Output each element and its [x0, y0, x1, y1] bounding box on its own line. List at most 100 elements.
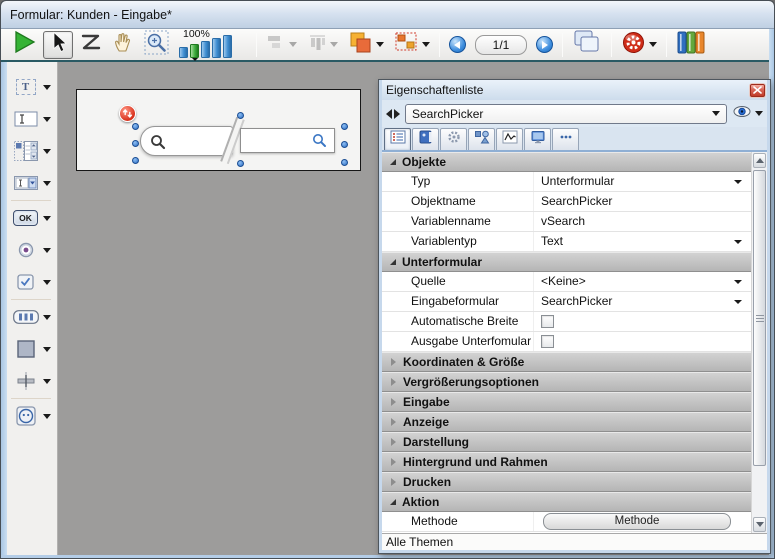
- section-label: Eingabe: [403, 395, 450, 409]
- run-button[interactable]: [6, 31, 41, 59]
- dropdown-arrow-icon: [649, 42, 657, 47]
- property-list-icon: [390, 130, 406, 149]
- tool-glyph-label: T: [22, 81, 29, 93]
- section-header-darstellung[interactable]: Darstellung: [382, 432, 751, 452]
- scroll-down-button[interactable]: [753, 517, 766, 532]
- section-header-koordinaten-gr-e[interactable]: Koordinaten & Größe: [382, 352, 751, 372]
- property-value[interactable]: Unterformular: [534, 172, 751, 191]
- level-button[interactable]: [344, 31, 388, 59]
- selection-handle[interactable]: [132, 157, 139, 164]
- button-tool-button[interactable]: OK: [1, 202, 57, 234]
- page-indicator[interactable]: 1/1: [475, 35, 527, 55]
- section-header-vergr-erungsoptionen[interactable]: Vergrößerungsoptionen: [382, 372, 751, 392]
- combobox-icon: [12, 175, 39, 191]
- next-page-button[interactable]: [532, 31, 557, 59]
- form-pages-button[interactable]: [568, 31, 606, 59]
- property-value[interactable]: SearchPicker: [534, 292, 751, 311]
- selection-handle[interactable]: [237, 160, 244, 167]
- property-value[interactable]: [534, 312, 751, 331]
- selection-handle[interactable]: [237, 112, 244, 119]
- methode-button[interactable]: Methode: [543, 513, 731, 530]
- properties-panel: Eigenschaftenliste SearchPicker ObjekteT…: [378, 79, 771, 554]
- zoom-button[interactable]: [140, 31, 173, 59]
- radio-tool-button[interactable]: [1, 234, 57, 266]
- rectangle-tool-button[interactable]: [1, 333, 57, 365]
- gear-icon: [446, 130, 462, 149]
- checkbox-tool-button[interactable]: [1, 266, 57, 298]
- tab-book[interactable]: [412, 128, 439, 150]
- tab-settings[interactable]: [440, 128, 467, 150]
- dropdown-arrow-icon[interactable]: [734, 180, 742, 184]
- section-header-aktion[interactable]: Aktion: [382, 492, 751, 512]
- align-button[interactable]: [262, 31, 301, 59]
- property-value[interactable]: vSearch: [534, 212, 751, 231]
- object-nav-arrows[interactable]: [386, 109, 400, 119]
- object-selector-combo[interactable]: SearchPicker: [405, 104, 727, 124]
- section-header-drucken[interactable]: Drucken: [382, 472, 751, 492]
- splitter-tool-button[interactable]: [1, 365, 57, 397]
- scrollbar[interactable]: [751, 152, 767, 533]
- property-label: Quelle: [382, 272, 534, 291]
- selected-object-name: SearchPicker: [412, 107, 709, 121]
- dropdown-arrow-icon[interactable]: [734, 240, 742, 244]
- toolbar-separator: [256, 33, 257, 57]
- window-titlebar: Formular: Kunden - Eingabe*: [1, 1, 774, 29]
- section-header-eingabe[interactable]: Eingabe: [382, 392, 751, 412]
- buttonbar-tool-button[interactable]: [1, 301, 57, 333]
- searchpicker-field[interactable]: [240, 128, 335, 153]
- entry-order-button[interactable]: [75, 31, 106, 59]
- select-button[interactable]: [43, 31, 73, 59]
- tab-display[interactable]: [524, 128, 551, 150]
- zoom-level-control[interactable]: 100%: [177, 29, 249, 60]
- input-tool-button[interactable]: [1, 103, 57, 135]
- group-button[interactable]: [390, 31, 434, 59]
- property-value[interactable]: Text: [534, 232, 751, 251]
- dropdown-arrow-icon: [43, 149, 51, 154]
- tab-more[interactable]: [552, 128, 579, 150]
- property-value[interactable]: SearchPicker: [534, 192, 751, 211]
- dropdown-arrow-icon[interactable]: [734, 300, 742, 304]
- library-button[interactable]: [672, 31, 711, 59]
- section-header-unterformular[interactable]: Unterformular: [382, 252, 751, 272]
- pan-button[interactable]: [108, 31, 138, 59]
- distribute-button[interactable]: [303, 31, 342, 59]
- radio-icon: [12, 242, 39, 258]
- checkbox-unchecked[interactable]: [541, 335, 554, 348]
- scroll-up-button[interactable]: [753, 153, 766, 168]
- search-icon: [312, 133, 327, 153]
- dropdown-arrow-icon[interactable]: [734, 280, 742, 284]
- property-label: Objektname: [382, 192, 534, 211]
- selection-handle[interactable]: [341, 123, 348, 130]
- dropdown-arrow-icon: [43, 216, 51, 221]
- section-header-anzeige[interactable]: Anzeige: [382, 412, 751, 432]
- combobox-tool-button[interactable]: [1, 167, 57, 199]
- listbox-tool-button[interactable]: [1, 135, 57, 167]
- view-options-button[interactable]: [733, 105, 763, 123]
- close-button[interactable]: [750, 84, 765, 97]
- plugin-tool-button[interactable]: [1, 400, 57, 432]
- tab-events[interactable]: [496, 128, 523, 150]
- checkbox-unchecked[interactable]: [541, 315, 554, 328]
- property-label: Eingabeformular: [382, 292, 534, 311]
- selection-handle[interactable]: [341, 159, 348, 166]
- scrollbar-thumb[interactable]: [753, 170, 766, 466]
- zoom-bars-icon[interactable]: [179, 35, 232, 58]
- property-value[interactable]: <Keine>: [534, 272, 751, 291]
- property-value[interactable]: [534, 332, 751, 351]
- text-tool-button[interactable]: T: [1, 71, 57, 103]
- section-header-hintergrund-und-rahmen[interactable]: Hintergrund und Rahmen: [382, 452, 751, 472]
- property-value[interactable]: Methode: [534, 512, 751, 531]
- searchpicker-widget[interactable]: [140, 126, 233, 156]
- selection-handle[interactable]: [132, 140, 139, 147]
- tab-objects[interactable]: [468, 128, 495, 150]
- actions-button[interactable]: [617, 31, 661, 59]
- selection-handle[interactable]: [341, 141, 348, 148]
- tab-property-list[interactable]: [384, 128, 411, 150]
- layers-icon: [348, 31, 373, 59]
- group-icon: [394, 31, 419, 58]
- form-design-area[interactable]: [76, 89, 361, 171]
- prev-page-button[interactable]: [445, 31, 470, 59]
- section-header-objekte[interactable]: Objekte: [382, 152, 751, 172]
- selection-handle[interactable]: [132, 123, 139, 130]
- property-label: Variablenname: [382, 212, 534, 231]
